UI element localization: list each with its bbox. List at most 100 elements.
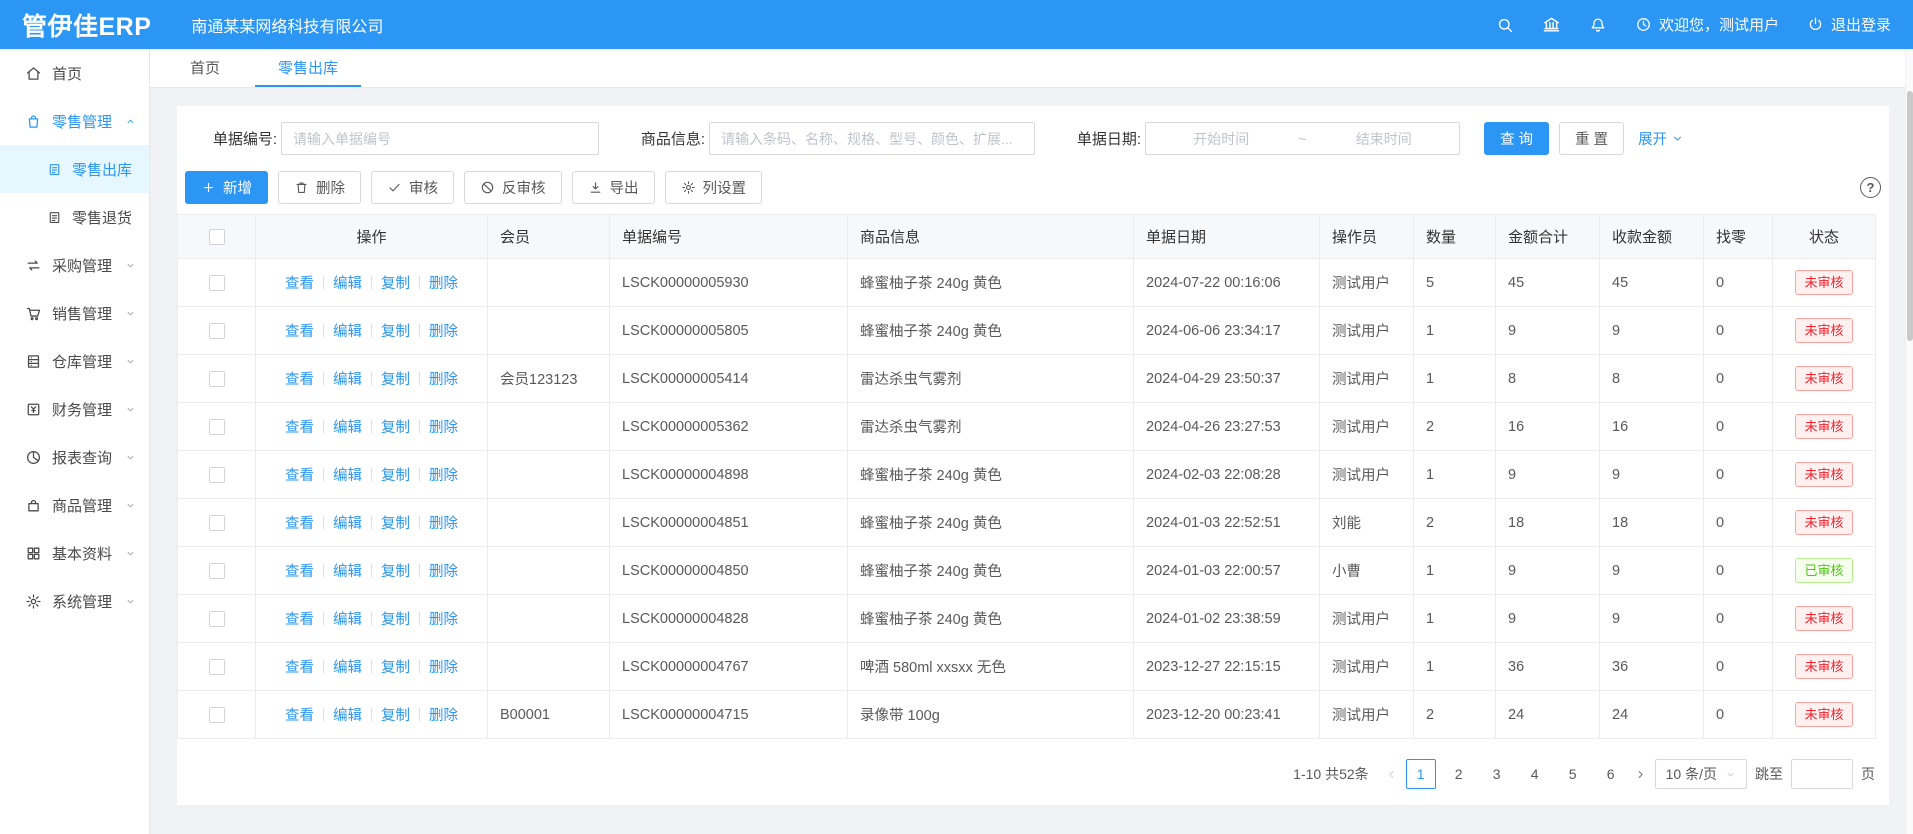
table-row-5: 查看编辑复制删除LSCK00000004851蜂蜜柚子茶 240g 黄色2024… [178, 499, 1875, 547]
edit-link[interactable]: 编辑 [333, 416, 362, 437]
copy-link[interactable]: 复制 [381, 704, 410, 725]
bell-icon[interactable] [1589, 16, 1607, 34]
copy-link[interactable]: 复制 [381, 512, 410, 533]
copy-link[interactable]: 复制 [381, 656, 410, 677]
copy-link[interactable]: 复制 [381, 320, 410, 341]
edit-link[interactable]: 编辑 [333, 272, 362, 293]
sidebar-item-5[interactable]: 销售管理 [0, 289, 149, 337]
edit-link[interactable]: 编辑 [333, 608, 362, 629]
view-link[interactable]: 查看 [285, 416, 314, 437]
edit-link[interactable]: 编辑 [333, 656, 362, 677]
row-checkbox[interactable] [209, 371, 225, 387]
sidebar-item-9[interactable]: 商品管理 [0, 481, 149, 529]
row-checkbox[interactable] [209, 659, 225, 675]
row-checkbox[interactable] [209, 467, 225, 483]
search-icon[interactable] [1496, 16, 1514, 34]
page-size-select[interactable]: 10 条/页 [1655, 759, 1747, 789]
prev-page-button[interactable] [1385, 768, 1398, 781]
page-button-1[interactable]: 1 [1406, 759, 1436, 789]
delete-link[interactable]: 删除 [429, 704, 458, 725]
row-checkbox[interactable] [209, 707, 225, 723]
next-page-button[interactable] [1634, 768, 1647, 781]
view-link[interactable]: 查看 [285, 704, 314, 725]
edit-link[interactable]: 编辑 [333, 560, 362, 581]
sidebar-item-0[interactable]: 首页 [0, 49, 149, 97]
delete-link[interactable]: 删除 [429, 560, 458, 581]
view-link[interactable]: 查看 [285, 368, 314, 389]
edit-link[interactable]: 编辑 [333, 464, 362, 485]
logout-button[interactable]: 退出登录 [1807, 14, 1891, 35]
copy-link[interactable]: 复制 [381, 464, 410, 485]
row-checkbox[interactable] [209, 323, 225, 339]
sidebar-item-3[interactable]: 零售退货 [0, 193, 149, 241]
tab-0[interactable]: 首页 [167, 49, 243, 87]
delete-link[interactable]: 删除 [429, 464, 458, 485]
row-checkbox[interactable] [209, 563, 225, 579]
grid-icon [25, 545, 42, 562]
sidebar-item-8[interactable]: 报表查询 [0, 433, 149, 481]
jump-input[interactable] [1791, 759, 1853, 789]
sidebar-item-10[interactable]: 基本资料 [0, 529, 149, 577]
delete-link[interactable]: 删除 [429, 608, 458, 629]
edit-link[interactable]: 编辑 [333, 368, 362, 389]
help-icon[interactable]: ? [1860, 177, 1881, 198]
scrollbar[interactable] [1905, 49, 1913, 834]
copy-link[interactable]: 复制 [381, 608, 410, 629]
edit-link[interactable]: 编辑 [333, 704, 362, 725]
expand-link[interactable]: 展开 [1638, 128, 1684, 149]
view-link[interactable]: 查看 [285, 512, 314, 533]
delete-link[interactable]: 删除 [429, 272, 458, 293]
delete-link[interactable]: 删除 [429, 416, 458, 437]
copy-link[interactable]: 复制 [381, 272, 410, 293]
welcome-user[interactable]: 欢迎您，测试用户 [1635, 14, 1779, 35]
delete-link[interactable]: 删除 [429, 368, 458, 389]
sidebar-item-1[interactable]: 零售管理 [0, 97, 149, 145]
select-all-checkbox[interactable] [209, 229, 225, 245]
copy-link[interactable]: 复制 [381, 560, 410, 581]
reset-button[interactable]: 重 置 [1559, 122, 1624, 155]
search-button[interactable]: 查 询 [1484, 122, 1549, 155]
view-link[interactable]: 查看 [285, 608, 314, 629]
sidebar-item-7[interactable]: 财务管理 [0, 385, 149, 433]
page-button-6[interactable]: 6 [1596, 759, 1626, 789]
page-button-2[interactable]: 2 [1444, 759, 1474, 789]
product-info-input[interactable] [709, 122, 1035, 155]
row-checkbox[interactable] [209, 611, 225, 627]
status-badge: 未审核 [1795, 462, 1852, 487]
row-checkbox[interactable] [209, 419, 225, 435]
sidebar-item-2[interactable]: 零售出库 [0, 145, 149, 193]
qty-cell: 2 [1414, 691, 1496, 738]
export-button[interactable]: 导出 [572, 171, 655, 204]
row-checkbox[interactable] [209, 275, 225, 291]
page-button-4[interactable]: 4 [1520, 759, 1550, 789]
top-header: 管伊佳ERP 南通某某网络科技有限公司 欢迎您，测试用户 退出登录 [0, 0, 1913, 49]
delete-link[interactable]: 删除 [429, 512, 458, 533]
unaudit-button[interactable]: 反审核 [464, 171, 562, 204]
delete-link[interactable]: 删除 [429, 656, 458, 677]
add-button[interactable]: 新增 [185, 171, 268, 204]
sidebar-item-6[interactable]: 仓库管理 [0, 337, 149, 385]
delete-button[interactable]: 删除 [278, 171, 361, 204]
delete-link[interactable]: 删除 [429, 320, 458, 341]
page-button-5[interactable]: 5 [1558, 759, 1588, 789]
copy-link[interactable]: 复制 [381, 416, 410, 437]
audit-button[interactable]: 审核 [371, 171, 454, 204]
page-button-3[interactable]: 3 [1482, 759, 1512, 789]
tab-1[interactable]: 零售出库 [255, 49, 361, 87]
scrollbar-thumb[interactable] [1907, 91, 1913, 341]
row-checkbox[interactable] [209, 515, 225, 531]
sidebar-item-4[interactable]: 采购管理 [0, 241, 149, 289]
view-link[interactable]: 查看 [285, 656, 314, 677]
bill-no-input[interactable] [281, 122, 599, 155]
view-link[interactable]: 查看 [285, 560, 314, 581]
view-link[interactable]: 查看 [285, 272, 314, 293]
view-link[interactable]: 查看 [285, 320, 314, 341]
edit-link[interactable]: 编辑 [333, 512, 362, 533]
view-link[interactable]: 查看 [285, 464, 314, 485]
copy-link[interactable]: 复制 [381, 368, 410, 389]
edit-link[interactable]: 编辑 [333, 320, 362, 341]
column-settings-button[interactable]: 列设置 [665, 171, 763, 204]
date-range-picker[interactable]: 开始时间 ~ 结束时间 [1145, 122, 1460, 155]
sidebar-item-11[interactable]: 系统管理 [0, 577, 149, 625]
bank-icon[interactable] [1542, 15, 1561, 34]
